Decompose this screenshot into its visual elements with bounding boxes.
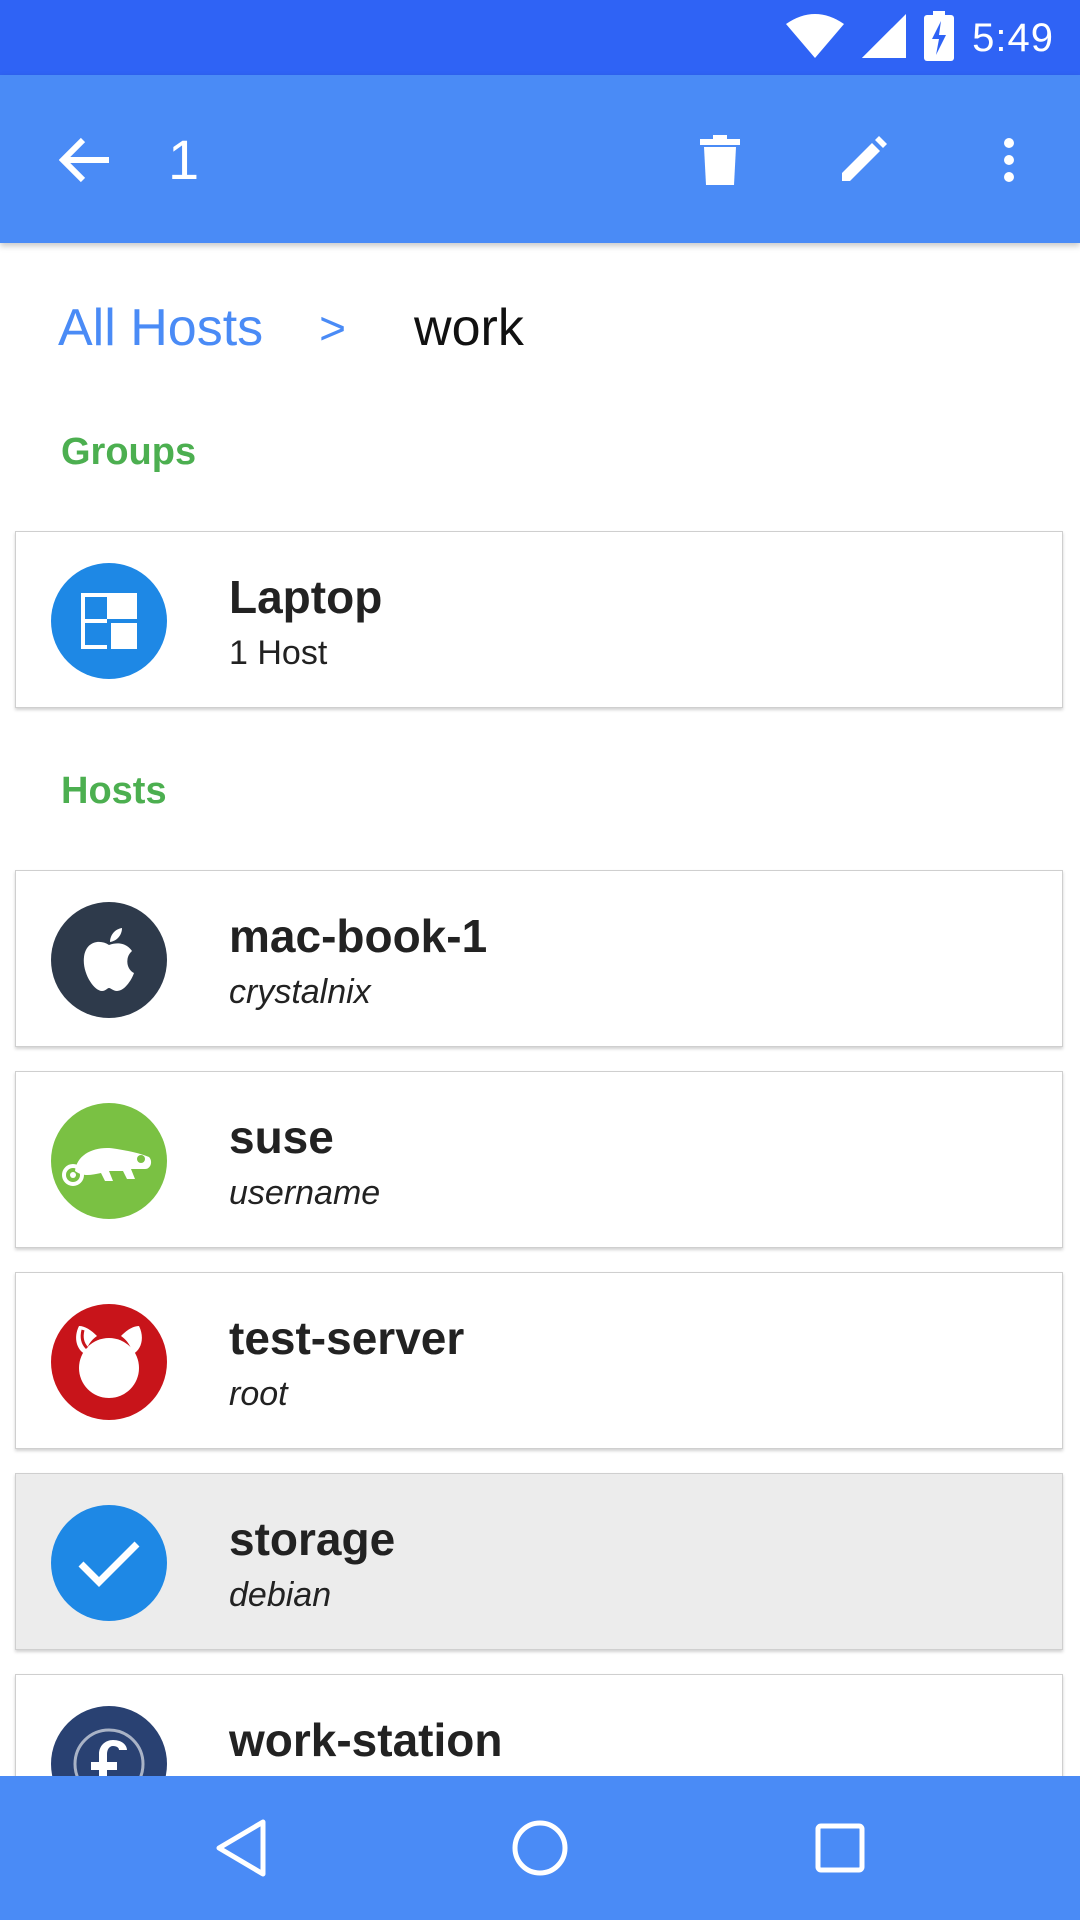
apple-icon [51, 902, 167, 1018]
nav-back-icon[interactable] [201, 1812, 281, 1884]
delete-icon[interactable] [685, 125, 755, 195]
host-name: test-server [229, 1312, 465, 1364]
host-card-test-server[interactable]: test-server root [15, 1272, 1063, 1449]
action-toolbar: 1 [0, 75, 1080, 243]
host-username: debian [229, 1576, 332, 1614]
hosts-section-label: Hosts [61, 770, 167, 812]
host-name: mac-book-1 [229, 910, 488, 962]
host-card-storage[interactable]: storage debian [15, 1473, 1063, 1650]
group-name: Laptop [229, 571, 383, 623]
host-username: root [229, 1375, 288, 1413]
breadcrumb: All Hosts > work [58, 292, 524, 364]
more-vert-icon[interactable] [974, 125, 1044, 195]
wifi-icon [786, 13, 845, 63]
status-bar: 5:49 [0, 0, 1080, 75]
selection-count: 1 [168, 128, 200, 191]
status-icons: 5:49 [786, 10, 1054, 66]
host-card-mac-book-1[interactable]: mac-book-1 crystalnix [15, 870, 1063, 1047]
battery-charging-icon [924, 10, 955, 66]
status-time: 5:49 [972, 15, 1054, 60]
group-card-laptop[interactable]: Laptop 1 Host [15, 531, 1063, 708]
breadcrumb-separator: > [319, 302, 347, 354]
breadcrumb-current: work [414, 299, 524, 357]
breadcrumb-all-hosts[interactable]: All Hosts [58, 298, 263, 358]
host-name: suse [229, 1111, 334, 1163]
host-card-suse[interactable]: suse username [15, 1071, 1063, 1248]
nav-home-icon[interactable] [500, 1812, 580, 1884]
signal-icon [862, 13, 907, 63]
freebsd-icon [51, 1304, 167, 1420]
nav-recents-icon[interactable] [800, 1812, 880, 1884]
group-host-count: 1 Host [229, 634, 328, 672]
host-username: crystalnix [229, 973, 371, 1011]
host-username: username [229, 1174, 381, 1212]
navigation-bar [0, 1776, 1080, 1920]
host-name: work-station [229, 1714, 503, 1766]
host-name: storage [229, 1513, 396, 1565]
suse-icon [51, 1103, 167, 1219]
group-icon [51, 563, 167, 679]
check-icon [51, 1505, 167, 1621]
edit-icon[interactable] [828, 125, 898, 195]
back-arrow-icon[interactable] [50, 125, 120, 195]
groups-section-label: Groups [61, 431, 197, 473]
